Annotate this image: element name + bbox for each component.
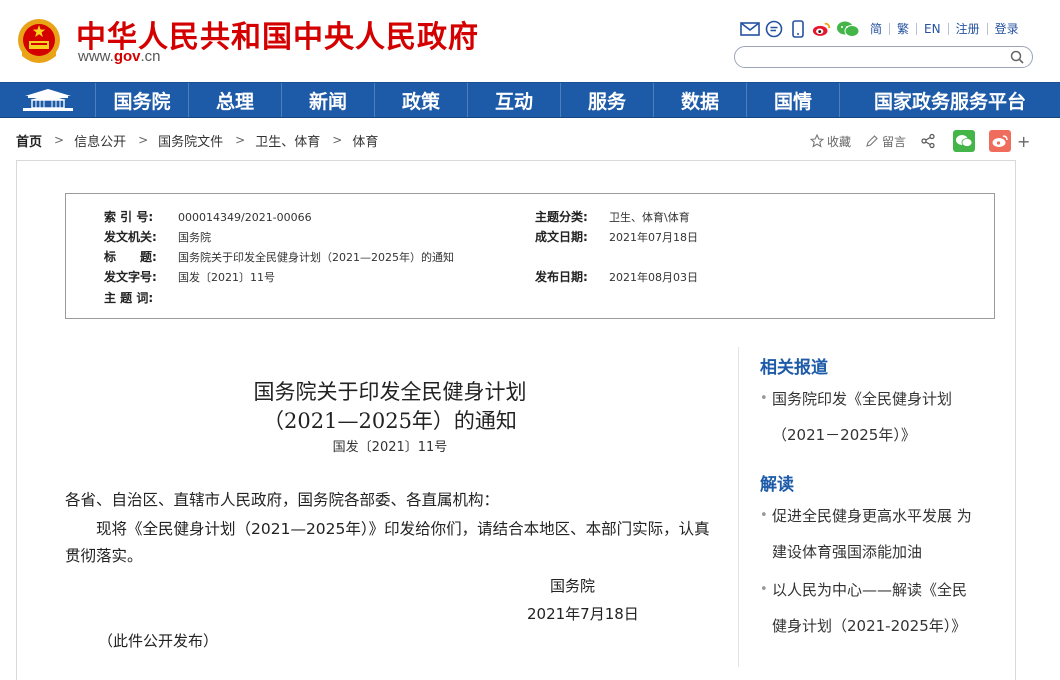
meta-key: 主 题 词: — [104, 291, 154, 305]
related-report-link[interactable]: • 国务院印发《全民健身计划 （2021－2025年）》 — [760, 381, 996, 453]
interpretation-line1: 以人民为中心——解读《全民 — [772, 581, 968, 599]
site-header: 中华人民共和国中央人民政府 www.gov.cn 简 繁 EN 注册 登录 — [0, 0, 1060, 82]
meta-written-date: 成文日期: 2021年07月18日 — [535, 228, 698, 245]
site-url[interactable]: www.gov.cn — [78, 48, 161, 65]
article-signer: 国务院 — [550, 577, 596, 595]
chevron-right-icon: > — [332, 133, 343, 147]
share-button[interactable] — [920, 133, 939, 149]
interpretation-line2: 建设体育强国添能加油 — [772, 543, 923, 561]
meta-key: 索 引 号: — [104, 210, 154, 224]
nav-item-interaction[interactable]: 互动 — [468, 83, 561, 117]
bullet-icon: • — [760, 508, 768, 523]
mail-icon[interactable] — [740, 20, 760, 38]
meta-key: 标 题: — [104, 250, 157, 264]
breadcrumb-state-council-docs[interactable]: 国务院文件 — [158, 131, 223, 150]
nav-home-icon[interactable] — [0, 83, 96, 117]
meta-value: 国务院 — [178, 231, 211, 244]
national-emblem-icon[interactable] — [16, 16, 62, 66]
meta-doc-no: 发文字号: 国发〔2021〕11号 — [104, 268, 275, 285]
breadcrumb-home[interactable]: 首页 — [16, 131, 42, 150]
article-title-line1: 国务院关于印发全民健身计划 — [253, 380, 527, 404]
meta-published-date: 发布日期: 2021年08月03日 — [535, 268, 698, 285]
nav-item-national-info[interactable]: 国情 — [747, 83, 840, 117]
login-link[interactable]: 登录 — [986, 23, 1026, 35]
wechat-share-icon[interactable] — [953, 130, 976, 152]
interpretation-heading: 解读 — [760, 475, 794, 495]
share-icon — [921, 133, 935, 149]
meta-key: 成文日期: — [535, 230, 588, 244]
more-share-icon[interactable]: + — [1017, 132, 1030, 151]
chevron-right-icon: > — [138, 133, 149, 147]
article-date: 2021年7月18日 — [527, 605, 639, 623]
lang-traditional[interactable]: 繁 — [889, 23, 916, 35]
register-link[interactable]: 注册 — [947, 23, 987, 35]
url-suffix: .cn — [140, 48, 161, 65]
article-title-line2: （2021—2025年）的通知 — [263, 409, 517, 433]
meta-category: 主题分类: 卫生、体育\体育 — [535, 208, 690, 225]
meta-title: 标 题: 国务院关于印发全民健身计划（2021—2025年）的通知 — [104, 248, 454, 265]
breadcrumb: 首页 > 信息公开 > 国务院文件 > 卫生、体育 > 体育 — [16, 131, 378, 150]
interpretation-line1: 促进全民健身更高水平发展 为 — [772, 507, 972, 525]
url-prefix: www. — [78, 48, 114, 65]
pencil-icon — [866, 135, 878, 147]
wechat-icon[interactable] — [836, 20, 860, 38]
nav-item-data[interactable]: 数据 — [654, 83, 747, 117]
article-publish-note: （此件公开发布） — [98, 632, 219, 650]
lang-simplified[interactable]: 简 — [864, 23, 889, 35]
nav-item-news[interactable]: 新闻 — [282, 83, 375, 117]
meta-key: 发文机关: — [104, 230, 157, 244]
weibo-icon[interactable] — [812, 20, 832, 38]
meta-key: 发布日期: — [535, 270, 588, 284]
nav-item-policies[interactable]: 政策 — [375, 83, 468, 117]
meta-value: 000014349/2021-00066 — [178, 211, 312, 224]
comment-button[interactable]: 留言 — [865, 133, 906, 150]
share-toolbar: 收藏 留言 + — [810, 128, 1030, 154]
comment-label: 留言 — [882, 134, 907, 149]
meta-key: 主题分类: — [535, 210, 588, 224]
mobile-icon[interactable] — [788, 20, 808, 38]
star-icon — [810, 134, 824, 148]
lang-english[interactable]: EN — [916, 23, 948, 35]
meta-issuer: 发文机关: 国务院 — [104, 228, 211, 245]
weibo-share-icon[interactable] — [989, 130, 1012, 152]
related-reports-heading: 相关报道 — [760, 358, 828, 378]
interpretation-line2: 健身计划（2021-2025年）》 — [772, 617, 967, 635]
related-report-line2: （2021－2025年）》 — [772, 426, 916, 444]
nav-item-gov-service-platform[interactable]: 国家政务服务平台 — [840, 83, 1060, 117]
chevron-right-icon: > — [235, 133, 246, 147]
meta-key: 发文字号: — [104, 270, 157, 284]
nav-item-state-council[interactable]: 国务院 — [96, 83, 189, 117]
search-icon[interactable] — [1010, 50, 1024, 64]
related-report-line1: 国务院印发《全民健身计划 — [772, 390, 953, 408]
nav-item-premier[interactable]: 总理 — [189, 83, 282, 117]
sidebar-divider — [738, 347, 739, 667]
meta-value: 2021年08月03日 — [609, 271, 698, 284]
article-salutation: 各省、自治区、直辖市人民政府，国务院各部委、各直属机构： — [65, 491, 500, 509]
breadcrumb-sports[interactable]: 体育 — [352, 131, 378, 150]
main-nav: 国务院 总理 新闻 政策 互动 服务 数据 国情 国家政务服务平台 — [0, 82, 1060, 118]
meta-value: 国发〔2021〕11号 — [178, 271, 275, 284]
article-body: 现将《全民健身计划（2021—2025年）》印发给你们，请结合本地区、本部门实际… — [65, 520, 710, 565]
interpretation-link[interactable]: • 促进全民健身更高水平发展 为 建设体育强国添能加油 — [760, 498, 996, 570]
breadcrumb-info-disclosure[interactable]: 信息公开 — [74, 131, 126, 150]
bullet-icon: • — [760, 391, 768, 406]
article-doc-number: 国发〔2021〕11号 — [332, 440, 448, 455]
nav-item-services[interactable]: 服务 — [561, 83, 654, 117]
meta-keywords: 主 题 词: — [104, 289, 178, 306]
url-gov: gov — [113, 48, 141, 65]
meta-index-no: 索 引 号: 000014349/2021-00066 — [104, 208, 312, 225]
meta-value: 2021年07月18日 — [609, 231, 698, 244]
meta-value: 国务院关于印发全民健身计划（2021—2025年）的通知 — [178, 251, 454, 264]
interpretation-link[interactable]: • 以人民为中心——解读《全民 健身计划（2021-2025年）》 — [760, 572, 996, 644]
meta-value: 卫生、体育\体育 — [609, 211, 690, 224]
top-tools: 简 繁 EN 注册 登录 — [740, 18, 1026, 40]
breadcrumb-health-sports[interactable]: 卫生、体育 — [255, 131, 320, 150]
favorite-button[interactable]: 收藏 — [810, 133, 851, 150]
chevron-right-icon: > — [54, 133, 65, 147]
favorite-label: 收藏 — [827, 134, 852, 149]
comment-icon[interactable] — [764, 20, 784, 38]
search-input[interactable] — [734, 46, 1033, 68]
bullet-icon: • — [760, 582, 768, 597]
